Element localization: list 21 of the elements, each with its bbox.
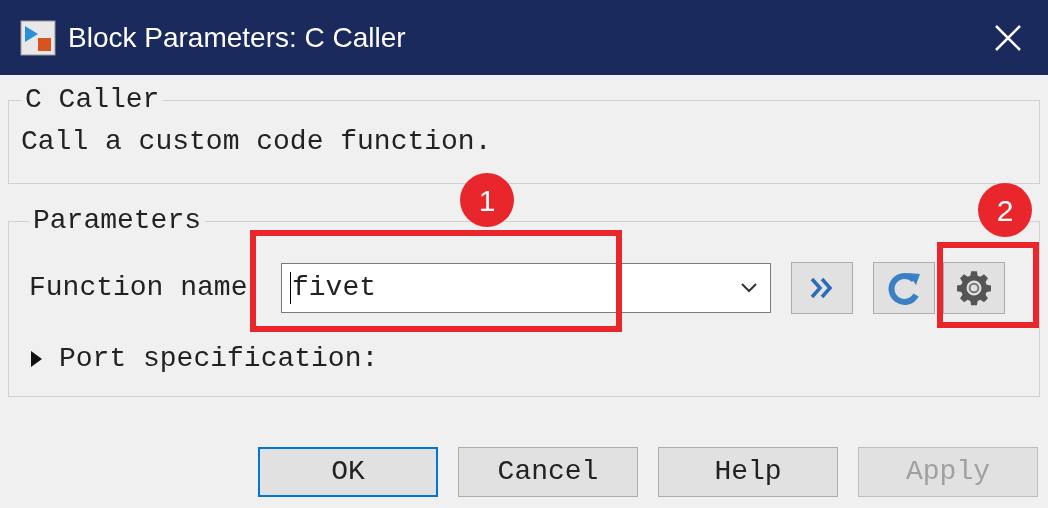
- group-title: C Caller: [24, 83, 161, 117]
- browse-button[interactable]: [791, 262, 853, 314]
- group-title: Parameters: [32, 204, 203, 238]
- field-value: fivet: [292, 271, 376, 305]
- refresh-button[interactable]: [873, 262, 935, 314]
- settings-icon: [954, 268, 994, 308]
- window-title: Block Parameters: C Caller: [68, 20, 406, 55]
- port-specification-toggle[interactable]: Port specification:: [29, 338, 379, 380]
- step-number: 1: [460, 173, 514, 227]
- block-icon: [20, 19, 56, 56]
- settings-button[interactable]: [943, 262, 1005, 314]
- function-name-dropdown[interactable]: fivet: [281, 263, 771, 313]
- dialog-button[interactable]: Cancel: [458, 447, 638, 497]
- step-number: 2: [978, 183, 1032, 237]
- section-label: Port specification:: [59, 342, 379, 376]
- field-label: Function name: [29, 271, 249, 305]
- close-icon: [994, 23, 1022, 52]
- dialog-button[interactable]: Help: [658, 447, 838, 497]
- dialog-button[interactable]: OK: [258, 447, 438, 497]
- chevron-down-icon: [740, 282, 758, 294]
- description-text: Call a custom code function.: [21, 125, 493, 159]
